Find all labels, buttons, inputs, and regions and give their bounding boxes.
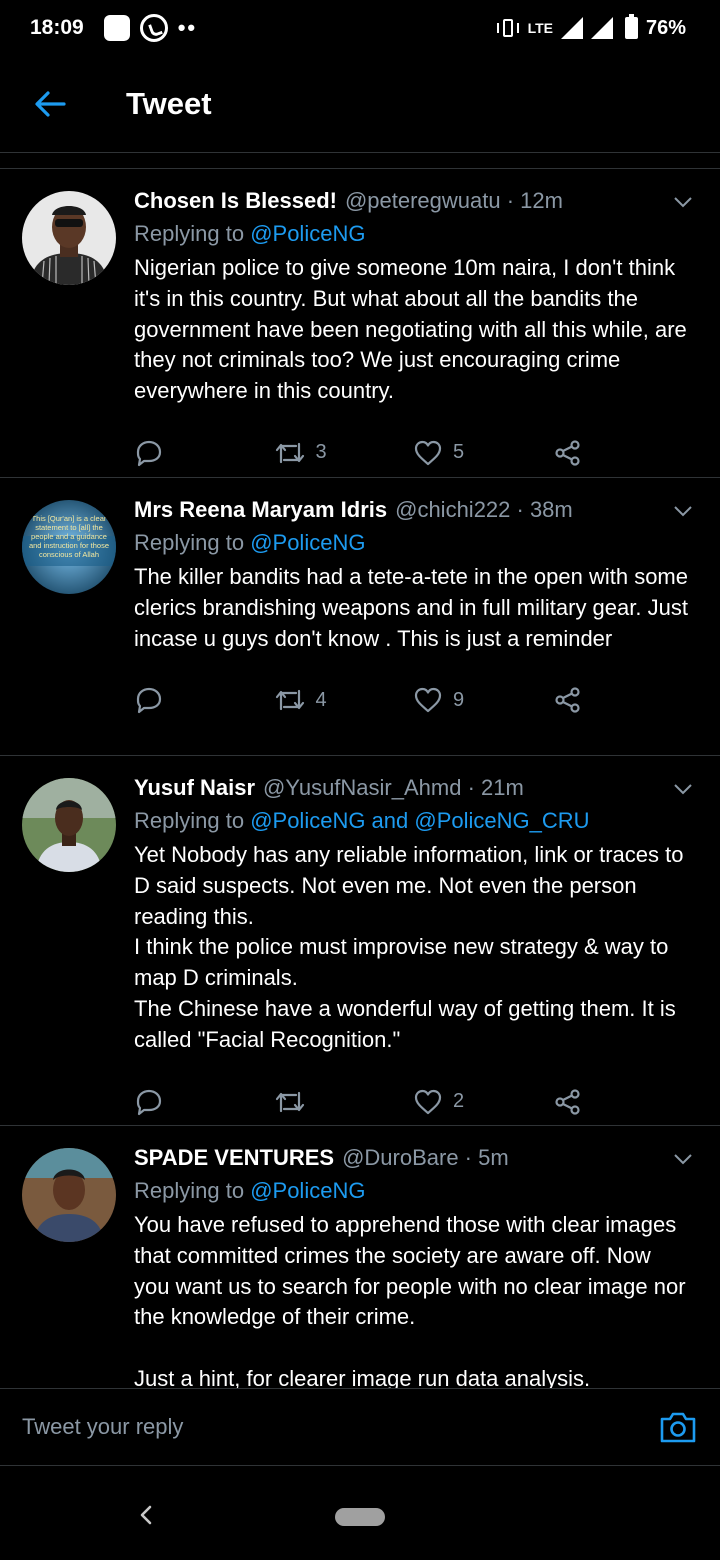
network-type: LTE	[527, 20, 553, 36]
status-time: 18:09	[30, 16, 84, 39]
signal-icon	[560, 17, 583, 39]
tweet-header: Chosen Is Blessed! @peteregwuatu · 12m	[134, 187, 692, 215]
reply-icon	[136, 1089, 162, 1115]
avatar[interactable]	[22, 191, 116, 285]
retweet-icon	[275, 690, 304, 711]
chevron-down-icon[interactable]	[672, 500, 694, 522]
nav-home-pill[interactable]	[335, 1508, 385, 1526]
tweet[interactable]: Chosen Is Blessed! @peteregwuatu · 12m R…	[0, 169, 720, 478]
page-title: Tweet	[126, 86, 212, 121]
display-name[interactable]: Chosen Is Blessed!	[134, 187, 337, 215]
like-button[interactable]: 2	[413, 1088, 553, 1116]
system-icons: LTE 76%	[496, 0, 686, 56]
vibrate-icon	[496, 17, 520, 39]
replying-label: Replying to	[134, 1178, 251, 1203]
like-button[interactable]: 9	[413, 686, 553, 714]
back-button[interactable]	[20, 74, 80, 134]
signal-icon	[590, 17, 613, 39]
tweet[interactable]: This [Qur'an] is a clear statement to [a…	[0, 478, 720, 756]
like-count: 5	[453, 441, 465, 464]
share-button[interactable]	[553, 439, 693, 467]
retweet-icon	[275, 1091, 304, 1112]
more-dots-icon: ••	[177, 15, 198, 40]
replying-label: Replying to	[134, 530, 251, 555]
display-name[interactable]: Yusuf Naisr	[134, 774, 255, 802]
reply-composer	[0, 1388, 720, 1466]
whatsapp-icon	[139, 14, 168, 42]
heart-icon	[414, 440, 442, 466]
camera-icon[interactable]	[658, 1407, 698, 1447]
app-header: Tweet	[0, 56, 720, 153]
replying-to: Replying to @PoliceNG	[134, 1176, 692, 1206]
chevron-down-icon[interactable]	[672, 778, 694, 800]
battery-percent: 76%	[645, 16, 686, 39]
tweet[interactable]: SPADE VENTURES @DuroBare · 5m Replying t…	[0, 1126, 720, 1388]
reply-feed[interactable]: Chosen Is Blessed! @peteregwuatu · 12m R…	[0, 168, 720, 1388]
replying-label: Replying to	[134, 808, 251, 833]
like-count: 9	[453, 688, 465, 711]
tweet-text: Nigerian police to give someone 10m nair…	[134, 255, 687, 404]
share-icon	[554, 687, 580, 713]
handle-and-time: @chichi222 · 38m	[395, 497, 573, 522]
retweet-icon	[275, 442, 304, 464]
chevron-down-icon[interactable]	[672, 1148, 694, 1170]
reply-icon	[136, 440, 162, 467]
like-count: 2	[453, 1090, 465, 1113]
tweet-text: Yet Nobody has any reliable information,…	[134, 842, 684, 1052]
handle-and-time: @YusufNasir_Ahmd · 21m	[263, 775, 524, 800]
replying-to: Replying to @PoliceNG and @PoliceNG_CRU	[134, 806, 692, 836]
tweet-actions: 4 9	[134, 670, 692, 730]
mention-link[interactable]: @PoliceNG	[250, 530, 365, 555]
reply-button[interactable]	[134, 686, 274, 714]
like-button[interactable]: 5	[413, 439, 553, 467]
status-bar: 18:09 •• LTE 76%	[0, 0, 720, 56]
handle-and-time: @DuroBare · 5m	[342, 1145, 509, 1170]
tweet-actions: 3 5	[134, 423, 692, 483]
reply-button[interactable]	[134, 439, 274, 467]
mention-link[interactable]: @PoliceNG and @PoliceNG_CRU	[250, 808, 589, 833]
tweet-text: You have refused to apprehend those with…	[134, 1212, 686, 1388]
mention-link[interactable]: @PoliceNG	[250, 221, 365, 246]
tweet-actions: 2	[134, 1072, 692, 1132]
share-icon	[554, 440, 580, 466]
avatar[interactable]	[22, 1148, 116, 1242]
retweet-count: 4	[315, 688, 327, 711]
battery-icon	[624, 14, 638, 39]
retweet-count: 3	[315, 441, 327, 464]
avatar[interactable]	[22, 778, 116, 872]
heart-icon	[414, 688, 442, 713]
avatar[interactable]: This [Qur'an] is a clear statement to [a…	[22, 500, 116, 594]
display-name[interactable]: SPADE VENTURES	[134, 1144, 334, 1172]
replying-to: Replying to @PoliceNG	[134, 219, 692, 249]
tweet-header: Mrs Reena Maryam Idris @chichi222 · 38m	[134, 496, 692, 524]
retweet-button[interactable]: 3	[274, 440, 414, 466]
notification-icons: ••	[103, 14, 198, 42]
tweet[interactable]: Yusuf Naisr @YusufNasir_Ahmd · 21m Reply…	[0, 756, 720, 1126]
retweet-button[interactable]: 4	[274, 687, 414, 713]
tweet-header: Yusuf Naisr @YusufNasir_Ahmd · 21m	[134, 774, 692, 802]
replying-label: Replying to	[134, 221, 251, 246]
avatar-quote-text: This [Qur'an] is a clear statement to [a…	[28, 514, 110, 559]
share-button[interactable]	[553, 1088, 693, 1116]
display-name[interactable]: Mrs Reena Maryam Idris	[134, 496, 387, 524]
share-icon	[554, 1088, 580, 1115]
tweet-header: SPADE VENTURES @DuroBare · 5m	[134, 1144, 692, 1172]
tweet-text: The killer bandits had a tete-a-tete in …	[134, 564, 688, 651]
arrow-left-icon	[35, 91, 66, 117]
heart-icon	[414, 1089, 442, 1114]
nav-back-icon[interactable]	[134, 1502, 160, 1528]
reply-icon	[136, 688, 162, 714]
notification-square-icon	[103, 15, 130, 41]
retweet-button[interactable]	[274, 1089, 414, 1115]
mention-link[interactable]: @PoliceNG	[250, 1178, 365, 1203]
reply-input[interactable]	[22, 1414, 658, 1440]
chevron-down-icon[interactable]	[672, 191, 694, 213]
share-button[interactable]	[553, 686, 693, 714]
handle-and-time: @peteregwuatu · 12m	[344, 188, 563, 213]
reply-button[interactable]	[134, 1088, 274, 1116]
replying-to: Replying to @PoliceNG	[134, 528, 692, 558]
system-nav-bar	[0, 1466, 720, 1560]
